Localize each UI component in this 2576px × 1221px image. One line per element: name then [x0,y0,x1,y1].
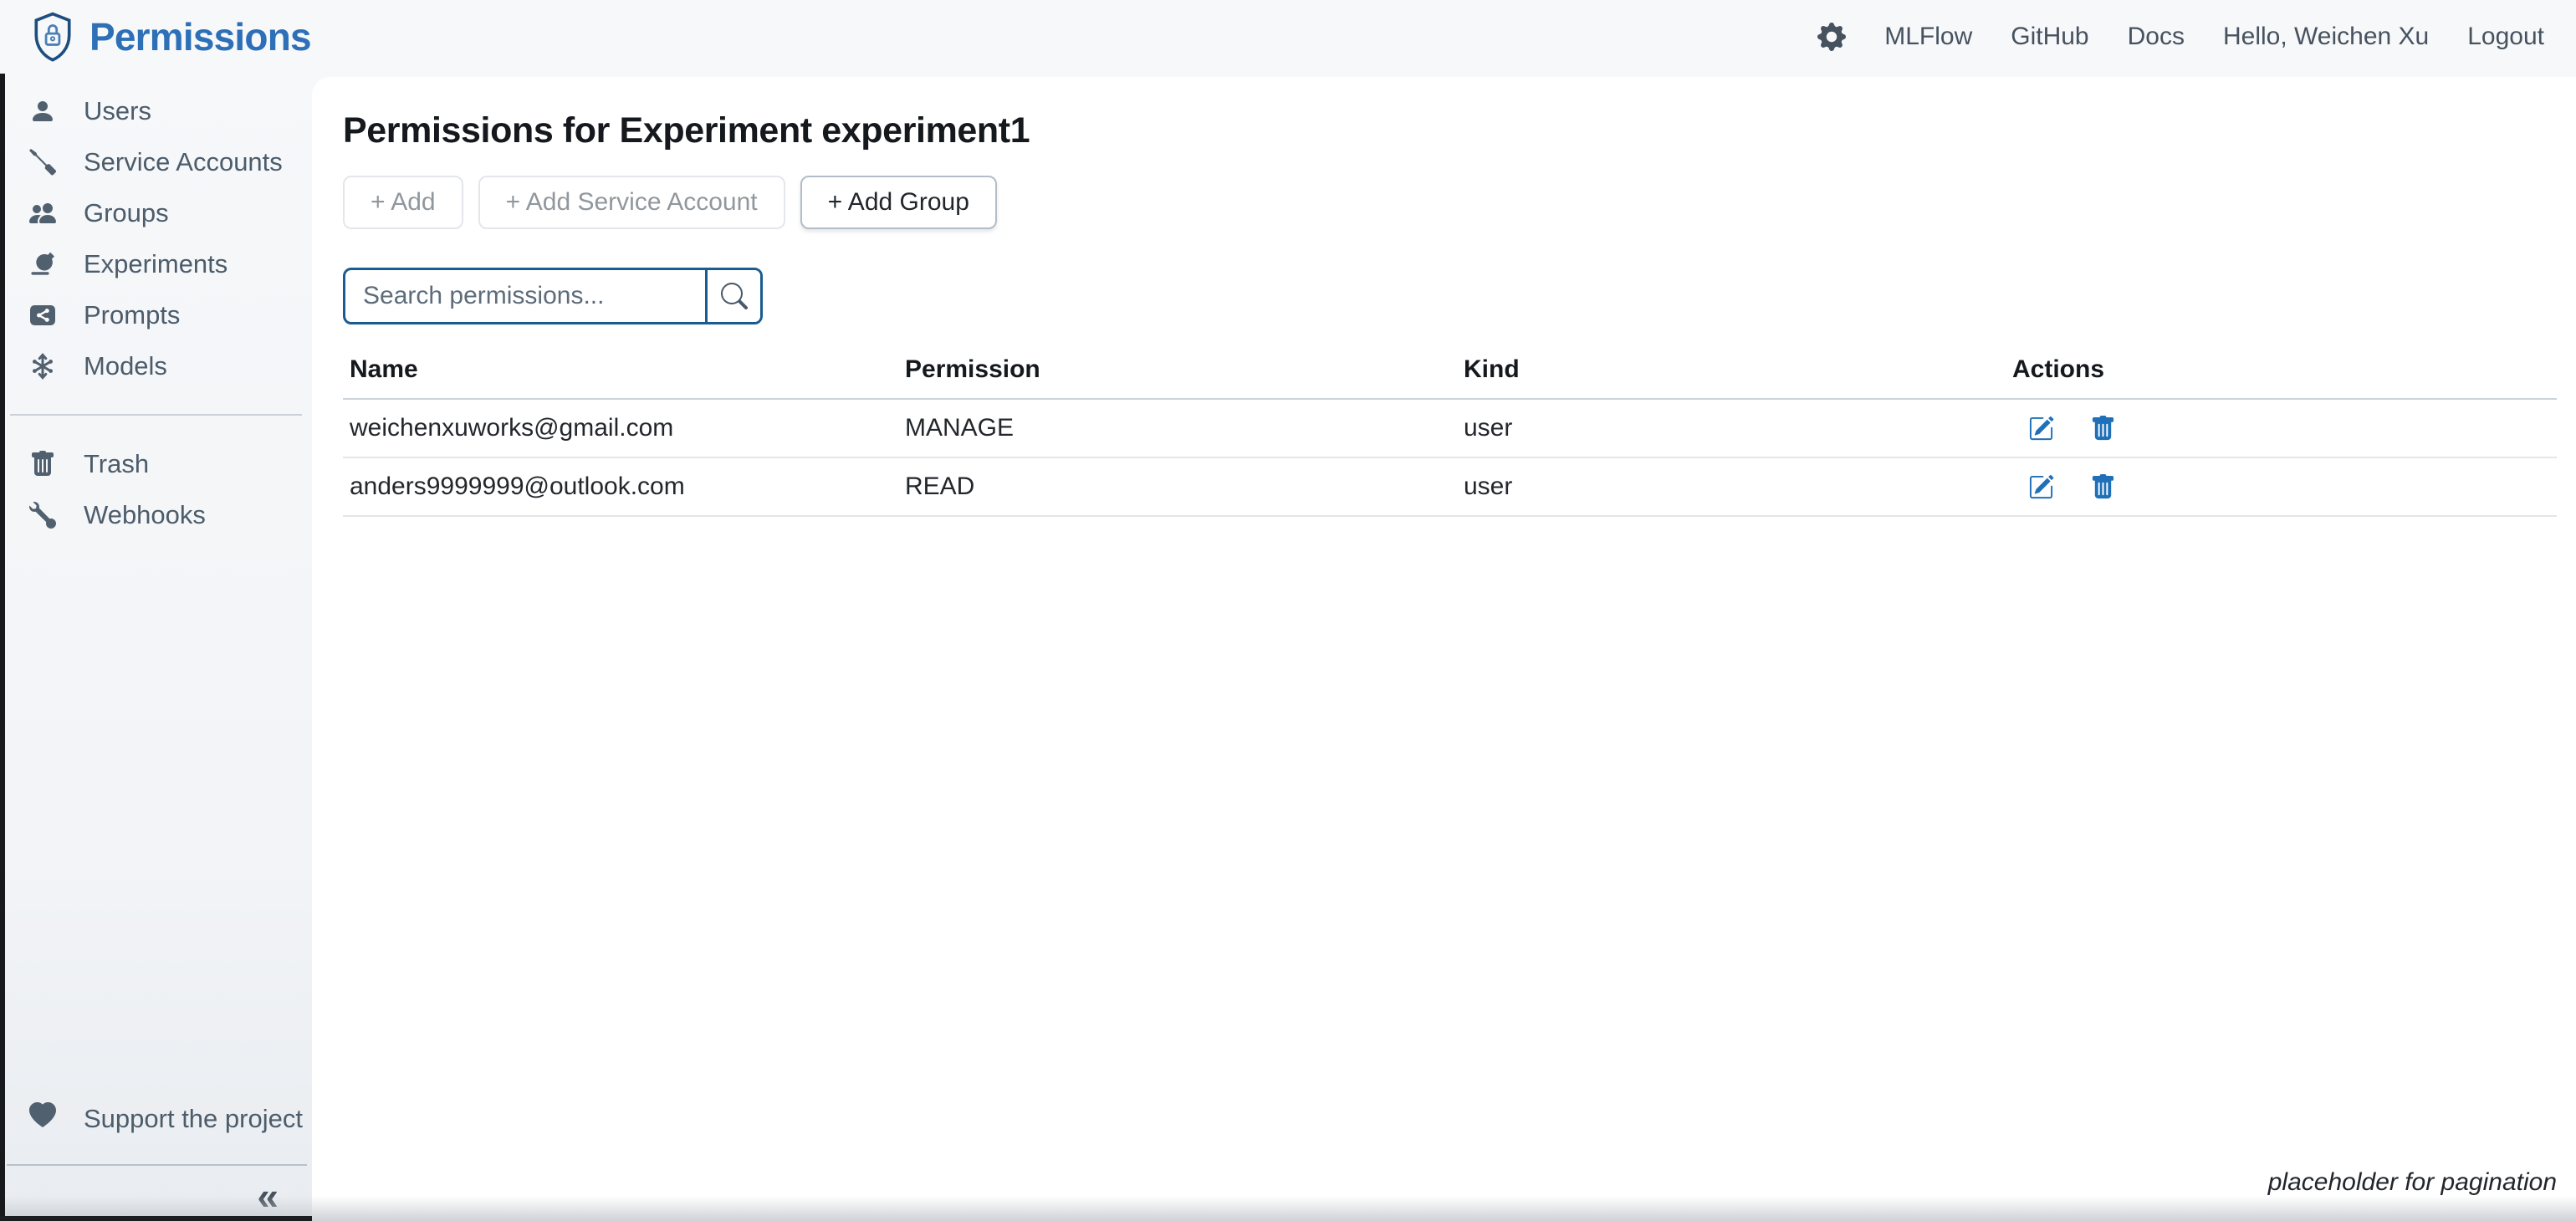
cell-name: anders9999999@outlook.com [343,473,898,501]
sidebar-nav: Users Service Accounts Groups Experime [0,74,312,540]
edit-icon[interactable] [2028,416,2054,442]
sidebar-item-groups[interactable]: Groups [0,187,312,238]
sidebar-item-prompts[interactable]: Prompts [0,289,312,340]
model-hub-icon [29,353,56,380]
cell-kind: user [1457,473,2006,501]
app-header: Permissions MLFlow GitHub Docs Hello, We… [0,0,2576,74]
column-header-permission: Permission [898,355,1457,384]
user-greeting: Hello, Weichen Xu [2223,23,2429,51]
search-bar [343,268,763,324]
add-button[interactable]: + Add [343,176,463,229]
table-row: anders9999999@outlook.com READ user [343,458,2557,517]
edit-icon[interactable] [2028,474,2054,500]
sidebar-item-label: Service Accounts [84,147,283,177]
support-the-project-link[interactable]: Support the project [0,1093,312,1144]
nav-link-mlflow[interactable]: MLFlow [1884,23,1972,51]
cell-permission: MANAGE [898,414,1457,442]
brand-name: Permissions [89,14,311,59]
people-icon [29,200,56,227]
cell-actions [2006,416,2557,442]
add-service-account-button[interactable]: + Add Service Account [478,176,785,229]
sidebar-item-label: Models [84,351,167,381]
screwdriver-icon [29,149,56,176]
trash-icon [29,451,56,478]
sidebar-divider [10,414,302,416]
sidebar-item-label: Users [84,96,151,126]
cell-actions [2006,474,2557,500]
sidebar-item-label: Groups [84,198,169,228]
search-input[interactable] [345,270,705,322]
gear-icon[interactable] [1817,23,1846,51]
action-button-row: + Add + Add Service Account + Add Group [343,176,2557,229]
window-left-edge [0,74,5,1221]
sidebar-collapse-button[interactable]: « [257,1174,279,1218]
shield-lock-icon [29,12,76,62]
sidebar-item-label: Prompts [84,300,180,330]
sidebar-item-label: Experiments [84,249,227,279]
delete-icon[interactable] [2090,474,2116,500]
column-header-kind: Kind [1457,355,2006,384]
add-group-button[interactable]: + Add Group [800,176,997,229]
pagination-placeholder: placeholder for pagination [2268,1168,2557,1197]
search-icon [721,283,748,309]
logout-link[interactable]: Logout [2467,23,2544,51]
sidebar-item-label: Trash [84,449,149,479]
sidebar-item-experiments[interactable]: Experiments [0,238,312,289]
permissions-table: Name Permission Kind Actions weichenxuwo… [343,355,2557,517]
nav-link-docs[interactable]: Docs [2128,23,2185,51]
sidebar-item-webhooks[interactable]: Webhooks [0,489,312,540]
support-label: Support the project [84,1104,303,1134]
prompt-share-icon [29,302,56,329]
sidebar-item-users[interactable]: Users [0,85,312,136]
cell-permission: READ [898,473,1457,501]
page-title: Permissions for Experiment experiment1 [343,110,2557,151]
search-button[interactable] [705,270,760,322]
table-row: weichenxuworks@gmail.com MANAGE user [343,400,2557,458]
main-panel: Permissions for Experiment experiment1 +… [312,77,2576,1221]
user-icon [29,98,56,125]
brand[interactable]: Permissions [29,12,311,62]
experiment-flask-icon [29,251,56,278]
top-nav: MLFlow GitHub Docs Hello, Weichen Xu Log… [1817,23,2544,51]
sidebar-item-label: Webhooks [84,500,206,530]
heart-icon [29,1102,56,1136]
sidebar: Users Service Accounts Groups Experime [0,74,312,1221]
sidebar-footer-divider [7,1164,307,1166]
sidebar-item-trash[interactable]: Trash [0,438,312,489]
main-content: Permissions for Experiment experiment1 +… [312,77,2576,1221]
cell-name: weichenxuworks@gmail.com [343,414,898,442]
wrench-icon [29,502,56,529]
column-header-name: Name [343,355,898,384]
table-header-row: Name Permission Kind Actions [343,355,2557,400]
sidebar-item-service-accounts[interactable]: Service Accounts [0,136,312,187]
sidebar-item-models[interactable]: Models [0,340,312,391]
window-bottom-edge [0,1216,312,1221]
nav-link-github[interactable]: GitHub [2011,23,2088,51]
column-header-actions: Actions [2006,355,2557,384]
delete-icon[interactable] [2090,416,2116,442]
cell-kind: user [1457,414,2006,442]
